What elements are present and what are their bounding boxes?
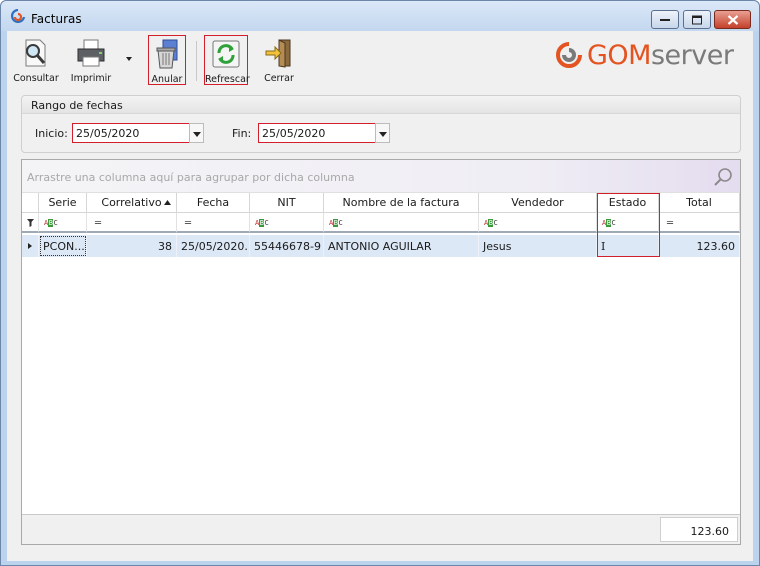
column-header-nit[interactable]: NIT: [250, 193, 324, 213]
start-date-input[interactable]: 25/05/2020: [72, 123, 190, 143]
abc-filter-icon: ABC: [329, 219, 343, 227]
footer-total-summary: 123.60: [660, 517, 738, 542]
sort-asc-icon: [164, 200, 171, 205]
minimize-icon: [660, 18, 670, 21]
column-header-serie[interactable]: Serie: [39, 193, 87, 213]
maximize-button[interactable]: [683, 10, 711, 29]
imprimir-dropdown-icon[interactable]: [126, 57, 132, 61]
imprimir-label: Imprimir: [70, 73, 112, 84]
filter-correlativo[interactable]: ═: [87, 213, 177, 233]
search-icon[interactable]: [712, 166, 734, 188]
filter-total[interactable]: ═: [659, 213, 740, 233]
equals-filter-icon: ═: [667, 218, 674, 229]
column-header-estado[interactable]: Estado: [597, 193, 659, 213]
row-indicator-cell: [22, 235, 39, 257]
minimize-button[interactable]: [651, 10, 679, 29]
imprimir-button[interactable]: Imprimir: [67, 35, 115, 85]
abc-filter-icon: ABC: [44, 219, 58, 227]
filter-row-indicator: [22, 213, 39, 233]
filter-nit[interactable]: ABC: [250, 213, 324, 233]
close-icon: [727, 14, 738, 25]
cell-nombre[interactable]: ANTONIO AGUILAR: [324, 235, 479, 257]
group-by-hint: Arrastre una columna aquí para agrupar p…: [27, 171, 355, 184]
cerrar-label: Cerrar: [264, 73, 294, 84]
anular-button[interactable]: Anular: [148, 35, 186, 85]
column-header-total[interactable]: Total: [659, 193, 740, 213]
search-doc-icon: [25, 39, 46, 67]
printer-icon: [77, 39, 105, 67]
start-date-dropdown[interactable]: [189, 123, 204, 143]
date-range-group: Rango de fechas Inicio: 25/05/2020 Fin: …: [21, 95, 741, 153]
column-header-correlativo-label: Correlativo: [101, 196, 162, 209]
toolbar-separator: [196, 41, 197, 81]
end-date-dropdown[interactable]: [375, 123, 390, 143]
trash-icon: [156, 39, 178, 69]
column-header-nombre[interactable]: Nombre de la factura: [324, 193, 479, 213]
cerrar-button[interactable]: Cerrar: [259, 35, 299, 85]
title-bar[interactable]: Facturas: [1, 1, 759, 31]
invoices-grid: Arrastre una columna aquí para agrupar p…: [21, 159, 741, 545]
cell-serie[interactable]: PCON...: [39, 235, 87, 257]
close-button[interactable]: [714, 10, 751, 29]
start-date-label: Inicio:: [35, 127, 68, 140]
date-range-title: Rango de fechas: [31, 99, 123, 112]
refrescar-button[interactable]: Refrescar: [204, 35, 250, 85]
cell-fecha[interactable]: 25/05/2020...: [177, 235, 250, 257]
window-title: Facturas: [31, 12, 82, 26]
row-indicator-header: [22, 193, 39, 213]
filter-nombre[interactable]: ABC: [324, 213, 479, 233]
equals-filter-icon: ═: [185, 218, 192, 229]
logo-text-gom: GOM: [587, 40, 651, 71]
row-indicator-icon: [28, 243, 32, 249]
column-header-vendedor[interactable]: Vendedor: [479, 193, 597, 213]
filter-icon: [27, 219, 34, 227]
filter-serie[interactable]: ABC: [39, 213, 87, 233]
column-header-fecha[interactable]: Fecha: [177, 193, 250, 213]
app-icon: [11, 9, 26, 24]
logo-text-server: server: [650, 40, 734, 71]
grid-footer: 123.60: [22, 514, 740, 544]
maximize-icon: [692, 15, 702, 24]
equals-filter-icon: ═: [95, 218, 102, 229]
cell-nit[interactable]: 55446678-9: [250, 235, 324, 257]
gomserver-logo: GOMserver: [555, 39, 745, 75]
consultar-label: Consultar: [13, 73, 59, 84]
abc-filter-icon: ABC: [602, 219, 616, 227]
filter-fecha[interactable]: ═: [177, 213, 250, 233]
cell-estado[interactable]: I: [597, 235, 659, 257]
refrescar-label: Refrescar: [205, 74, 250, 85]
filter-estado[interactable]: ABC: [597, 213, 659, 233]
abc-filter-icon: ABC: [484, 219, 498, 227]
gom-logo-icon: [556, 42, 582, 68]
group-by-panel[interactable]: Arrastre una columna aquí para agrupar p…: [22, 160, 740, 193]
exit-door-icon: [265, 39, 291, 68]
end-date-input[interactable]: 25/05/2020: [258, 123, 376, 143]
refresh-icon: [212, 40, 240, 68]
client-area: Consultar Imprimir Anular Refrescar Cerr…: [7, 31, 753, 561]
cell-correlativo[interactable]: 38: [87, 235, 177, 257]
anular-label: Anular: [151, 74, 183, 85]
cell-total[interactable]: 123.60: [659, 235, 740, 257]
date-range-header: Rango de fechas: [22, 96, 740, 114]
column-header-correlativo[interactable]: Correlativo: [87, 193, 177, 213]
consultar-button[interactable]: Consultar: [13, 35, 59, 85]
table-row[interactable]: PCON... 38 25/05/2020... 55446678-9 ANTO…: [22, 235, 740, 257]
filter-vendedor[interactable]: ABC: [479, 213, 597, 233]
end-date-label: Fin:: [232, 127, 252, 140]
logo-text: GOMserver: [587, 40, 734, 71]
facturas-window: Facturas Consultar Imprimir Anular Refre…: [0, 0, 760, 566]
cell-vendedor[interactable]: Jesus: [479, 235, 597, 257]
abc-filter-icon: ABC: [255, 219, 269, 227]
